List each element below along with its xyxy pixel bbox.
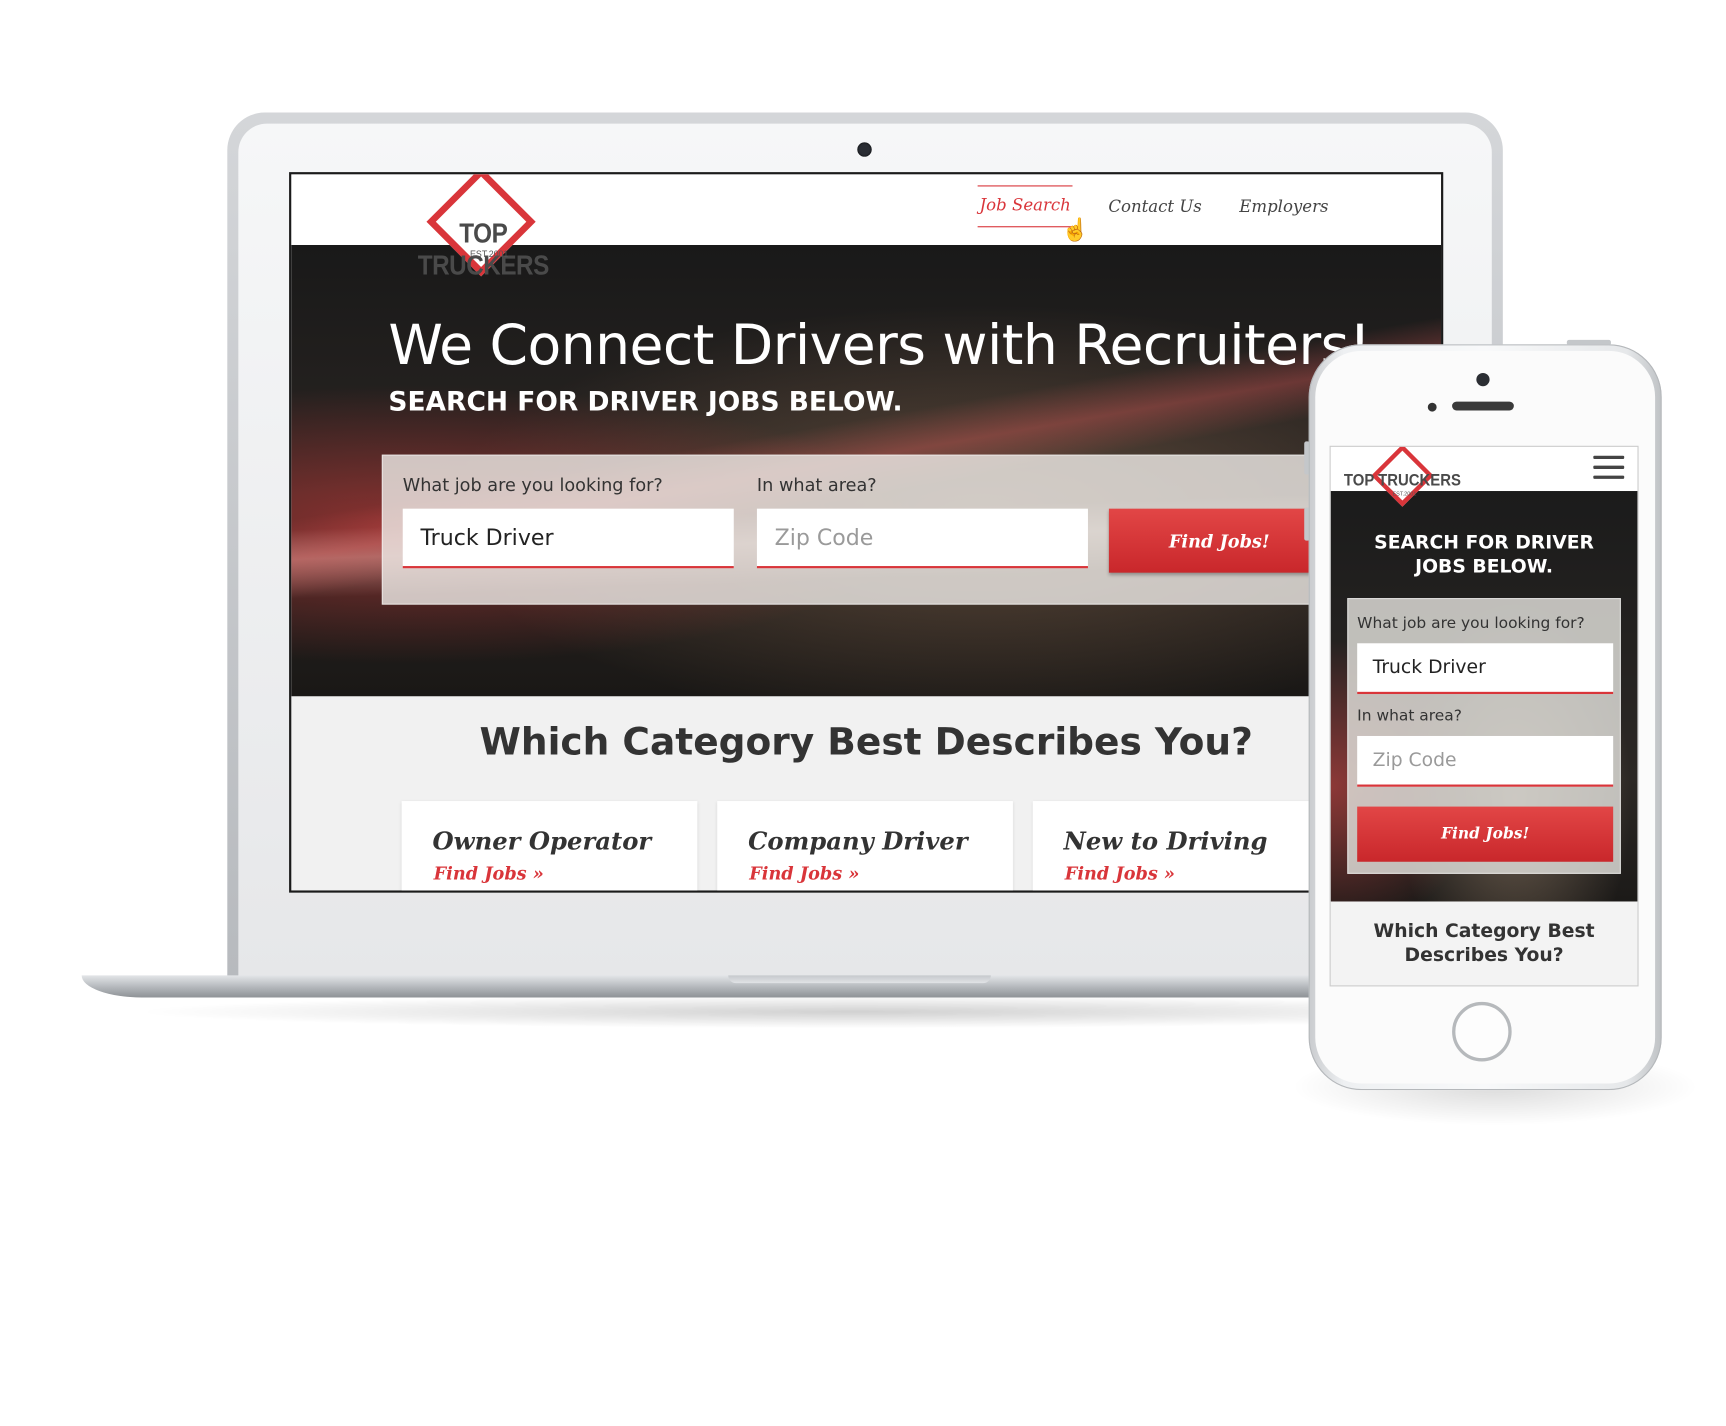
hero-subtitle: SEARCH FOR DRIVER JOBS BELOW. [388,386,903,418]
mobile-hero-subtitle: SEARCH FOR DRIVER JOBS BELOW. [1331,531,1638,580]
phone-speaker [1452,401,1514,411]
mobile-find-jobs-button[interactable]: Find Jobs! [1357,806,1614,862]
mobile-category-title: Which Category Best Describes You? [1331,919,1638,968]
category-name: New to Driving [1063,827,1268,857]
zip-code-input[interactable] [756,508,1088,569]
job-field-label: What job are you looking for? [402,474,663,496]
site-header: TOP TRUCKERS EST.2001 Job Search Contact… [291,174,1442,281]
mobile-website: TOP TRUCKERS EST.2001 SEARCH FOR DRIVER … [1329,445,1639,987]
hand-cursor-icon: ☝ [1061,218,1089,243]
mobile-logo-est: EST.2001 [1392,491,1417,498]
nav-job-search[interactable]: Job Search [977,185,1074,228]
mobile-area-field-label: In what area? [1357,707,1462,725]
mobile-job-field-label: What job are you looking for? [1357,614,1585,633]
laptop-camera-icon [857,142,872,157]
mobile-subtitle-line: SEARCH FOR DRIVER [1374,531,1594,554]
category-card-new-to-driving[interactable]: New to Driving Find Jobs » [1032,801,1329,891]
hero-title: We Connect Drivers with Recruiters! [388,313,1371,378]
category-title: Which Category Best Describes You? [479,720,1253,765]
mobile-job-input[interactable] [1357,643,1614,695]
category-card-company-driver[interactable]: Company Driver Find Jobs » [717,801,1013,891]
mobile-logo-text[interactable]: TOP TRUCKERS [1344,471,1461,490]
phone-home-button [1452,1001,1512,1062]
brand-logo[interactable]: TOP TRUCKERS EST.2001 [384,174,583,287]
category-name: Owner Operator [432,827,652,857]
category-name: Company Driver [748,827,968,857]
phone-camera-icon [1476,372,1490,387]
main-nav: Job Search Contact Us Employers [977,185,1331,228]
mobile-category-line: Describes You? [1404,944,1564,967]
mobile-header: TOP TRUCKERS EST.2001 [1330,446,1638,507]
job-input[interactable] [402,508,734,569]
category-card-owner-operator[interactable]: Owner Operator Find Jobs » [401,801,698,891]
hamburger-menu-icon[interactable] [1593,455,1625,480]
category-find-jobs-link[interactable]: Find Jobs » [1065,863,1175,884]
phone-sensor-icon [1427,402,1437,412]
hero-section: We Connect Drivers with Recruiters! SEAR… [291,244,1442,697]
desktop-website: TOP TRUCKERS EST.2001 Job Search Contact… [289,172,1444,893]
category-find-jobs-link[interactable]: Find Jobs » [434,863,544,884]
mobile-subtitle-line: JOBS BELOW. [1415,556,1554,579]
logo-est: EST.2001 [470,249,509,260]
nav-contact-us[interactable]: Contact Us [1106,196,1204,227]
area-field-label: In what area? [756,474,877,496]
find-jobs-button[interactable]: Find Jobs! [1108,508,1330,573]
job-search-form: What job are you looking for? In what ar… [381,454,1333,605]
category-find-jobs-link[interactable]: Find Jobs » [749,863,859,884]
mobile-job-search-form: What job are you looking for? In what ar… [1347,598,1621,874]
mobile-category-line: Which Category Best [1373,920,1595,943]
mobile-hero: SEARCH FOR DRIVER JOBS BELOW. What job a… [1330,491,1638,902]
nav-employers[interactable]: Employers [1237,196,1331,227]
mobile-zip-code-input[interactable] [1357,735,1614,787]
laptop-base-notch [728,975,991,984]
